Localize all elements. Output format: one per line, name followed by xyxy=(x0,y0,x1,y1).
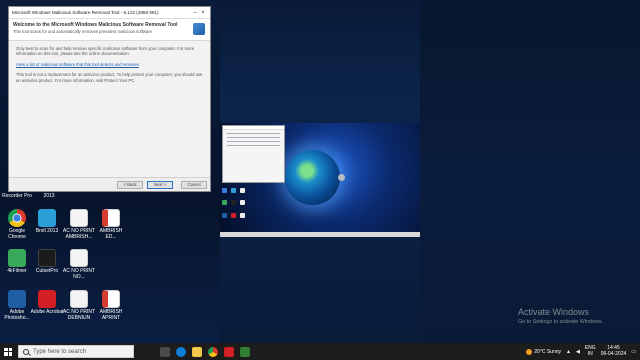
chrome-icon xyxy=(8,209,26,227)
dialog-body: Only best to scan for and help remove sp… xyxy=(9,41,210,93)
windows-icon xyxy=(4,347,12,356)
desktop-icon-label: AC NO PRINT NO... xyxy=(62,268,96,280)
mini-dialog-preview xyxy=(222,125,285,183)
desktop-icon-brstl[interactable]: Brstl 2013 xyxy=(30,209,64,235)
system-tray: 20°C Sunny ▲ ◀ ENG IN 14:45 06-04-2024 ▭ xyxy=(526,343,636,360)
desktop-icon-label: Recorder Pro xyxy=(2,193,32,199)
clock-date: 06-04-2024 xyxy=(600,350,627,357)
desktop-icon-label: AMBRISH APRINT xyxy=(99,309,123,321)
dialog-titlebar: Microsoft Windows Malicious Software Rem… xyxy=(9,7,210,19)
dialog-para-1: Only best to scan for and help remove sp… xyxy=(16,46,195,57)
dialog-title: Microsoft Windows Malicious Software Rem… xyxy=(12,10,159,15)
desktop-icon-2013[interactable]: 2013 xyxy=(32,193,66,200)
clock[interactable]: 14:45 06-04-2024 xyxy=(600,345,627,357)
dialog-header: Welcome to the Microsoft Windows Malicio… xyxy=(9,19,210,41)
notification-icon[interactable]: ▭ xyxy=(631,349,636,355)
volume-icon[interactable]: ◀ xyxy=(576,349,580,355)
taskbar-search[interactable]: Type here to search xyxy=(18,345,134,358)
language-indicator[interactable]: ENG IN xyxy=(585,345,596,357)
dialog-para-2: This tool is not a replacement for an an… xyxy=(16,72,203,83)
desktop-icon-label: 2013 xyxy=(43,193,55,199)
pdf-icon xyxy=(102,290,120,308)
activation-watermark: Activate Windows Go to Settings to activ… xyxy=(518,307,603,325)
weather-text: 20°C Sunny xyxy=(534,348,562,355)
desktop-icon-chrome[interactable]: Google Chrome xyxy=(0,209,34,240)
desktop-icon-ac-no-print-3[interactable]: AC NO PRINT DEBNIUN xyxy=(62,290,96,321)
desktop-icon-cutset[interactable]: CutsetPro xyxy=(30,249,64,275)
taskbar-pinned xyxy=(160,346,250,357)
watermark-subtitle: Go to Settings to activate Windows. xyxy=(518,319,604,325)
pdf-icon xyxy=(102,209,120,227)
search-icon xyxy=(23,348,29,355)
video-icon xyxy=(8,249,26,267)
document-icon xyxy=(70,290,88,308)
file-explorer-icon[interactable] xyxy=(192,346,202,357)
acrobat-taskbar-icon[interactable] xyxy=(224,346,234,357)
excel-taskbar-icon[interactable] xyxy=(240,346,250,357)
lang-bottom: IN xyxy=(587,350,593,357)
moon-image xyxy=(338,174,345,181)
taskbar: Type here to search 20°C Sunny ▲ ◀ ENG I… xyxy=(0,343,640,360)
desktop-icon-label: AMBRISH ED... xyxy=(99,228,123,240)
desktop-icon-label: Brstl 2013 xyxy=(35,228,59,234)
desktop-icon-ambrish-aprint[interactable]: AMBRISH APRINT xyxy=(94,290,128,321)
mini-taskbar-preview xyxy=(220,232,420,237)
desktop-icon-acrobat[interactable]: Adobe Acrobat xyxy=(30,290,64,316)
desktop-icon-label: AC NO PRINT DEBNIUN xyxy=(62,309,96,321)
earth-image xyxy=(285,150,340,205)
desktop-icon-recorder[interactable]: Recorder Pro xyxy=(0,193,34,200)
photoshop-icon xyxy=(8,290,26,308)
desktop-icon-ambrish-ed[interactable]: AMBRISH ED... xyxy=(94,209,128,240)
search-placeholder: Type here to search xyxy=(33,348,87,355)
desktop-icon-ac-no-print-1[interactable]: AC NO PRINT AMBRISH... xyxy=(62,209,96,240)
desktop-icon-label: 4kFilmer xyxy=(7,268,27,274)
minimize-icon[interactable]: – xyxy=(191,10,199,16)
desktop-icon-label: Google Chrome xyxy=(8,228,26,240)
dialog-subheading: This tool scans for and automatically re… xyxy=(13,29,152,34)
sun-icon xyxy=(526,348,533,355)
desktop-icon-label: CutsetPro xyxy=(35,268,59,274)
wallpaper-right xyxy=(420,0,640,343)
network-icon[interactable]: ▲ xyxy=(566,349,571,355)
desktop-icon-4kfilmer[interactable]: 4kFilmer xyxy=(0,249,34,275)
desktop-icon-ac-no-print-2[interactable]: AC NO PRINT NO... xyxy=(62,249,96,280)
next-button[interactable]: Next > xyxy=(147,181,173,189)
desktop-icon-label: Adobe Acrobat xyxy=(30,309,64,315)
back-button[interactable]: < Back xyxy=(117,181,143,189)
document-icon xyxy=(70,209,88,227)
close-icon[interactable]: × xyxy=(199,10,207,16)
chrome-taskbar-icon[interactable] xyxy=(208,346,218,357)
document-icon xyxy=(70,249,88,267)
desktop-icon-label: AC NO PRINT AMBRISH... xyxy=(62,228,96,240)
edge-icon[interactable] xyxy=(176,346,186,357)
start-button[interactable] xyxy=(0,343,16,360)
shield-icon xyxy=(193,23,205,35)
desktop-icon-label: Adobe Photosho... xyxy=(4,309,30,321)
weather-widget[interactable]: 20°C Sunny xyxy=(526,348,562,355)
msrt-dialog: Microsoft Windows Malicious Software Rem… xyxy=(8,6,211,192)
cut-icon xyxy=(38,249,56,267)
watermark-title: Activate Windows xyxy=(518,307,590,317)
dialog-footer: < Back Next > Cancel xyxy=(9,177,210,191)
task-view-icon[interactable] xyxy=(160,346,170,357)
acrobat-icon xyxy=(38,290,56,308)
brstl-icon xyxy=(38,209,56,227)
desktop-icon-photoshop[interactable]: Adobe Photosho... xyxy=(0,290,34,321)
cancel-button[interactable]: Cancel xyxy=(181,181,207,189)
dialog-heading: Welcome to the Microsoft Windows Malicio… xyxy=(13,22,178,28)
malware-list-link[interactable]: View a list of malicious software that t… xyxy=(16,62,139,67)
